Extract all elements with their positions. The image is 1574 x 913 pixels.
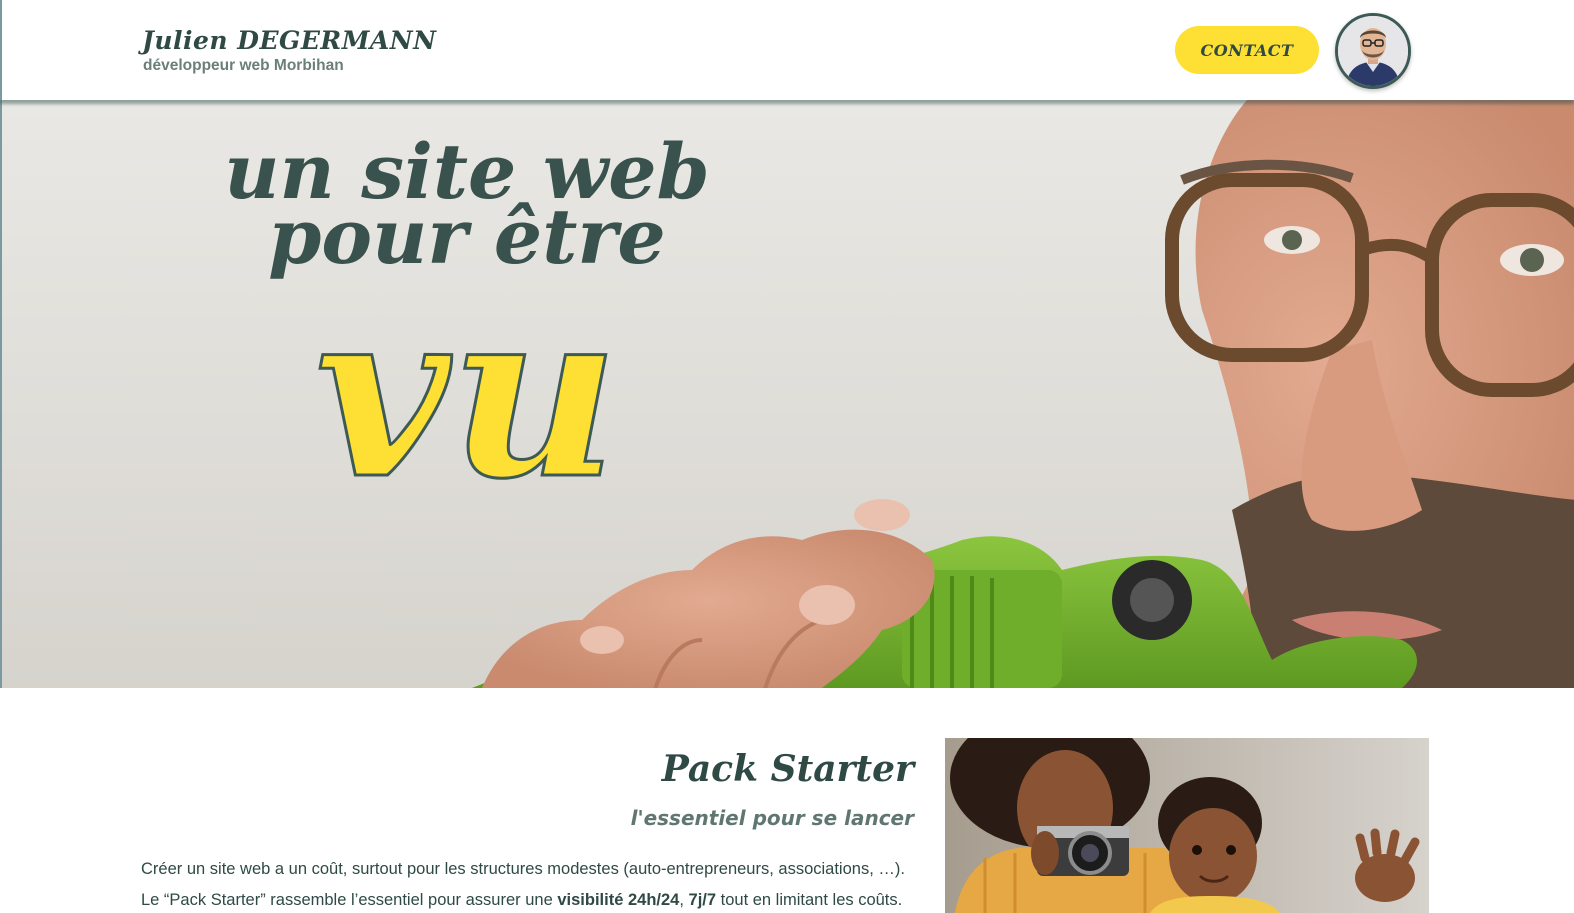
hero-highlight-word: vu: [314, 257, 620, 530]
brand-name[interactable]: Julien DEGERMANN: [142, 26, 436, 55]
pack-photo: [945, 738, 1429, 913]
pack-image: [945, 738, 1429, 913]
hero-banner: un site web pour être vu: [0, 100, 1574, 688]
pack-highlight-visibility: visibilité 24h/24: [557, 891, 680, 909]
contact-button[interactable]: CONTACT: [1175, 26, 1319, 74]
pack-paragraph-2-text: Le “Pack Starter” rassemble l’essentiel …: [141, 891, 558, 909]
pack-paragraph-2-end: tout en limitant les coûts.: [716, 891, 903, 909]
avatar[interactable]: [1335, 13, 1411, 89]
avatar-photo: [1338, 16, 1408, 86]
pack-title: Pack Starter: [661, 748, 914, 790]
brand-tagline: développeur web Morbihan: [143, 57, 344, 74]
pack-paragraph-2-separator: ,: [679, 891, 689, 909]
site-header: Julien DEGERMANN développeur web Morbiha…: [0, 0, 1574, 100]
pack-paragraph-2: Le “Pack Starter” rassemble l’essentiel …: [141, 891, 902, 910]
pack-highlight-days: 7j/7: [688, 891, 717, 909]
pack-paragraph-1: Créer un site web a un coût, surtout pou…: [141, 860, 905, 878]
pack-subtitle: l'essentiel pour se lancer: [630, 806, 914, 830]
